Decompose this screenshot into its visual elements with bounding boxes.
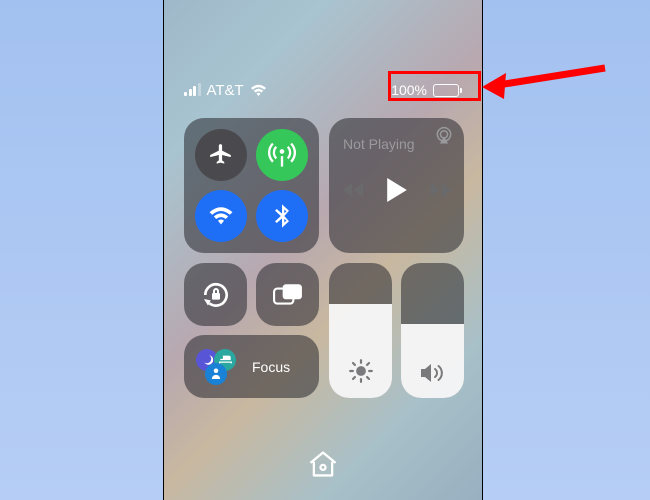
volume-slider[interactable] xyxy=(401,263,464,398)
brightness-slider[interactable] xyxy=(329,263,392,398)
screen-mirroring-button[interactable] xyxy=(256,263,319,326)
sun-icon xyxy=(348,358,374,384)
battery-percent-label: 100% xyxy=(391,82,427,98)
orientation-lock-icon xyxy=(200,279,232,311)
status-left: AT&T xyxy=(184,82,267,99)
wifi-button[interactable] xyxy=(195,190,247,242)
focus-label: Focus xyxy=(252,359,290,375)
status-right: 100% xyxy=(391,82,462,98)
signal-bars-icon xyxy=(184,84,201,96)
orientation-lock-button[interactable] xyxy=(184,263,247,326)
person-icon xyxy=(205,363,227,385)
control-center-screen: AT&T 100% xyxy=(163,0,483,500)
carrier-label: AT&T xyxy=(207,82,244,99)
bluetooth-button[interactable] xyxy=(256,190,308,242)
antenna-icon xyxy=(268,141,296,169)
wifi-status-icon xyxy=(250,84,267,97)
battery-icon xyxy=(433,84,462,97)
home-icon xyxy=(307,449,339,479)
airplay-icon[interactable] xyxy=(434,126,454,146)
connectivity-tile[interactable] xyxy=(184,118,319,253)
cellular-data-button[interactable] xyxy=(256,129,308,181)
forward-button[interactable] xyxy=(429,182,451,198)
media-tile[interactable]: Not Playing xyxy=(329,118,464,253)
speaker-icon xyxy=(420,362,446,384)
screen-mirroring-icon xyxy=(273,282,303,308)
airplane-icon xyxy=(208,142,234,168)
home-button[interactable] xyxy=(305,446,341,482)
wifi-icon xyxy=(208,206,234,226)
status-bar: AT&T 100% xyxy=(184,78,462,102)
focus-icons-stack xyxy=(196,349,242,385)
annotation-arrow xyxy=(480,58,610,106)
airplane-mode-button[interactable] xyxy=(195,129,247,181)
rewind-button[interactable] xyxy=(343,182,365,198)
play-button[interactable] xyxy=(387,178,407,202)
focus-button[interactable]: Focus xyxy=(184,335,319,398)
bluetooth-icon xyxy=(275,204,289,228)
